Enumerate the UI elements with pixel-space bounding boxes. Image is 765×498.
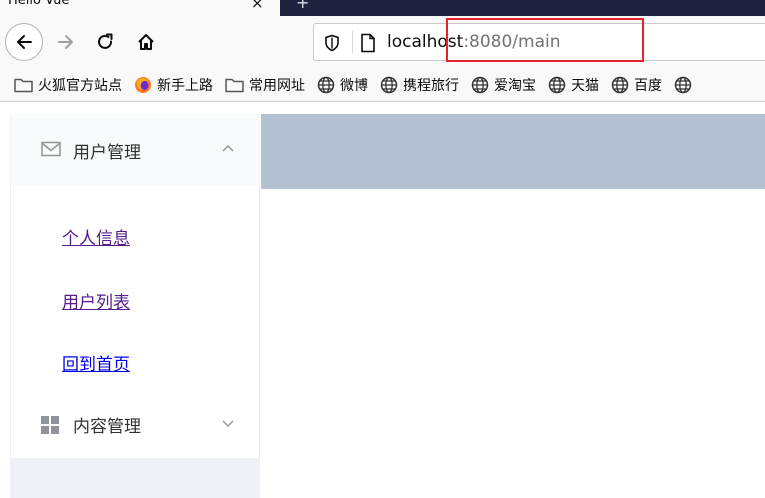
submenu-label: 用户管理 [73,143,141,163]
menu-item-home[interactable]: 回到首页 [62,350,130,375]
page-header [261,114,765,189]
bookmark-label: 天猫 [571,77,599,94]
bookmark-item[interactable]: 百度 [611,75,662,95]
page-icon[interactable] [360,33,376,53]
nav-bar: localhost:8080/main [0,16,765,68]
menu-item-user-list[interactable]: 用户列表 [62,288,130,313]
bookmark-item[interactable]: 火狐官方站点 [14,75,122,95]
bookmark-item[interactable]: 爱淘宝 [471,75,536,95]
submenu-content-management[interactable]: 内容管理 [11,396,260,454]
globe-icon [471,76,489,93]
annotation-highlight-box [446,18,644,62]
bookmark-label: 常用网址 [249,77,305,94]
page-content: 用户管理 个人信息 用户列表 回到首页 内容管理 [0,102,765,498]
bookmark-item[interactable]: 新手上路 [134,75,213,95]
mail-icon [41,141,61,157]
tab-close-button[interactable]: × [251,0,264,12]
globe-icon [611,76,629,93]
back-button[interactable] [5,23,43,61]
arrow-right-icon [58,35,73,49]
shield-icon[interactable] [324,34,340,52]
globe-icon [548,76,566,93]
chevron-up-icon [222,145,234,152]
url-separator [352,31,353,53]
firefox-icon [135,76,151,93]
bookmark-label: 百度 [634,77,662,94]
grid-icon [41,416,59,434]
bookmark-label: 微博 [340,77,368,94]
bookmark-label: 爱淘宝 [494,77,536,94]
home-button[interactable] [132,28,160,56]
bookmark-item[interactable]: 天猫 [548,75,599,95]
bookmark-item[interactable]: 微博 [317,75,368,95]
globe-icon [317,76,335,93]
new-tab-button[interactable]: + [296,0,309,12]
tab-strip: Hello Vue × + [0,0,765,16]
reload-button[interactable] [91,28,119,56]
submenu-label: 内容管理 [73,417,141,437]
forward-button[interactable] [52,28,80,56]
bookmark-label: 新手上路 [157,77,213,94]
globe-icon [380,76,398,93]
bookmark-item[interactable]: 常用网址 [225,75,305,95]
submenu-user-management[interactable]: 用户管理 [11,114,260,186]
bookmarks-toolbar: 火狐官方站点 新手上路 常用网址 微博 携程旅行 爱淘宝 天猫 百度 [0,68,765,101]
bookmark-label: 火狐官方站点 [38,77,122,94]
arrow-left-icon [17,35,32,49]
sidebar-footer [11,458,260,498]
chevron-down-icon [222,420,234,427]
folder-icon [225,78,244,92]
menu-item-profile[interactable]: 个人信息 [62,224,130,249]
reload-icon [98,33,113,49]
bookmark-item-overflow[interactable] [674,76,697,94]
tab-title: Hello Vue [8,0,70,8]
home-icon [138,34,154,50]
active-tab[interactable]: Hello Vue × [0,0,280,16]
globe-icon [674,76,692,93]
bookmark-label: 携程旅行 [403,77,459,94]
sidebar: 用户管理 个人信息 用户列表 回到首页 内容管理 [10,114,260,498]
folder-icon [14,78,33,92]
bookmark-item[interactable]: 携程旅行 [380,75,459,95]
